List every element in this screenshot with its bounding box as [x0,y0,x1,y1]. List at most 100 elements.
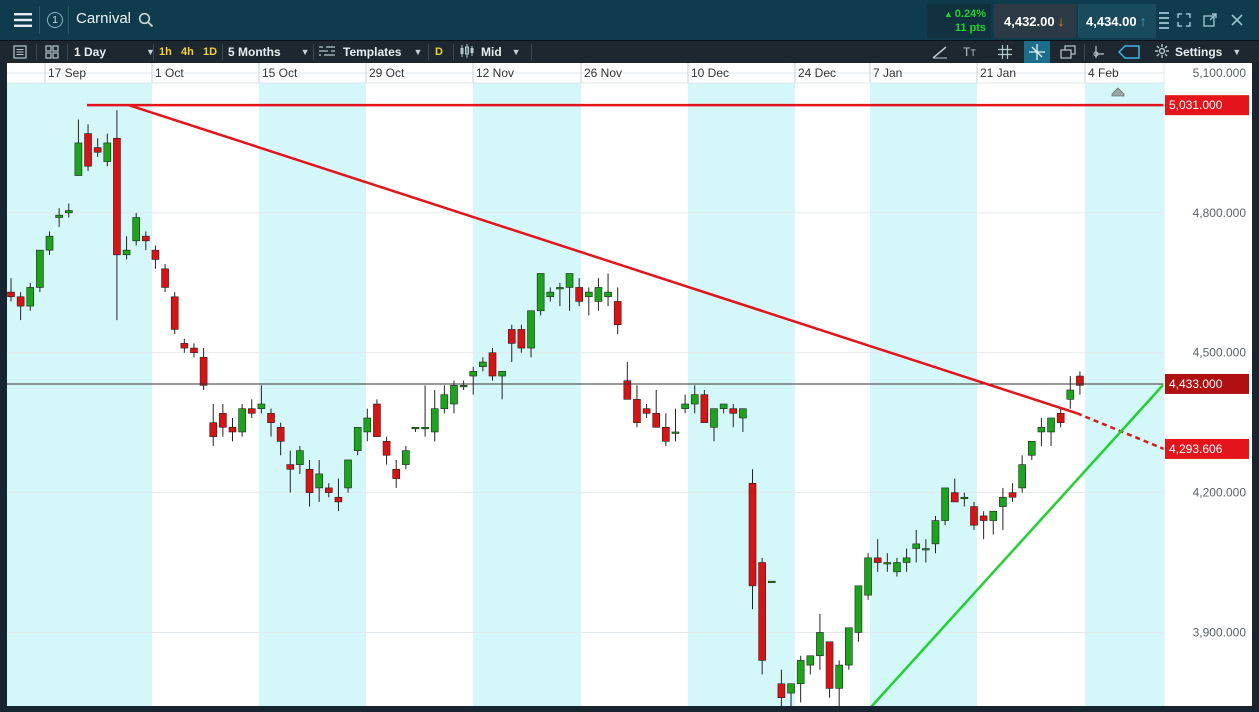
crosshair-tool-icon[interactable] [1024,41,1050,63]
candle-body [681,403,689,409]
candle-body [652,413,661,428]
layers-icon[interactable] [1060,41,1076,63]
sell-button[interactable]: 4,432.00 ↓ [994,4,1076,38]
x-tick-label: 26 Nov [584,66,622,80]
templates-label: Templates [343,45,402,59]
x-tick-label: 21 Jan [980,66,1016,80]
search-icon[interactable] [134,8,158,32]
settings-button[interactable]: Settings ▼ [1155,41,1241,63]
interval-label: 1 Day [74,45,107,59]
candle-body [180,343,189,349]
candle-body [739,408,747,419]
workspace-badge[interactable]: 1 [47,12,63,28]
drag-handle-icon[interactable] [1157,8,1171,32]
candle-body [1037,427,1046,433]
hamburger-menu-icon[interactable] [11,8,35,32]
candlestick-chart[interactable]: 17 Sep 1 Oct 15 Oct 29 Oct 12 Nov 26 Nov 10 De… [7,63,1252,706]
candle-body [700,394,709,423]
candle-body [84,133,92,167]
expand-icon[interactable] [1172,8,1196,32]
price-label-icon[interactable] [1118,41,1140,63]
draw-line-icon[interactable] [932,41,948,63]
text-tool-icon[interactable]: TT [963,41,976,63]
candle-body [902,557,911,563]
candle-body [498,371,506,377]
divider [39,6,40,34]
candle-body [864,557,872,596]
candle-body [373,403,381,437]
chevron-down-icon: ▼ [413,47,423,57]
candle-body [469,371,478,377]
d-button[interactable]: D [435,41,443,63]
buy-price: 4,434.00 [1086,13,1137,29]
instrument-title[interactable]: Carnival [76,10,131,27]
chevron-down-icon: ▼ [1232,47,1242,57]
interval-1h-button[interactable]: 1h [159,41,172,63]
interval-4h-button[interactable]: 4h [181,41,194,63]
candle-body [353,427,362,451]
candle-body [835,664,843,689]
candle-body [459,385,468,388]
x-tick-label: 4 Feb [1088,66,1119,80]
candle-body [796,660,805,685]
chart-area[interactable]: 17 Sep 1 Oct 15 Oct 29 Oct 12 Nov 26 Nov 10 De… [7,63,1252,706]
candle-body [1018,464,1026,489]
week-band [473,83,581,706]
candle-body [758,562,766,661]
indicator-icon[interactable] [1092,41,1106,63]
chart-list-icon[interactable] [13,41,27,63]
candle-body [55,214,63,218]
grid-toggle-icon[interactable] [998,41,1012,63]
up-arrow-icon: ↑ [1139,13,1147,29]
trading-app: 1 Carnival ▲ 0.24% 11 pts 4,432.00 ↓ 4,4… [0,0,1259,712]
gear-icon [1155,43,1169,61]
price-type-select[interactable]: Mid ▼ [459,41,521,63]
candle-body [662,427,670,442]
candle-body [536,273,545,312]
candle-body [324,487,333,493]
candle-body [209,422,218,437]
y-tick-label: 4,200.000 [1193,486,1247,500]
candle-body [556,287,564,290]
x-tick-label: 1 Oct [155,66,184,80]
candle-body [931,520,940,545]
candle-body [575,287,583,302]
candle-body [238,408,246,433]
candle-body [113,137,121,256]
period-select[interactable]: 5 Months ▼ [228,41,310,63]
candle-body [257,403,266,409]
templates-icon [319,45,335,60]
candle-body [1008,492,1017,498]
week-band [1085,83,1164,706]
sell-price: 4,432.00 [1004,13,1055,29]
close-icon[interactable] [1225,8,1249,32]
layout-grid-icon[interactable] [45,41,59,63]
x-tick-label: 15 Oct [262,66,298,80]
candle-body [633,399,641,423]
candle-body [1047,417,1055,433]
x-tick-label: 12 Nov [476,66,514,80]
popout-icon[interactable] [1198,8,1222,32]
candle-body [565,273,574,288]
candle-body [315,473,323,489]
interval-select[interactable]: 1 Day ▼ [74,41,155,63]
x-tick-label: 29 Oct [369,66,405,80]
chevron-down-icon: ▼ [300,47,310,57]
candle-body [613,301,622,326]
interval-1d-button[interactable]: 1D [203,41,217,63]
candle-body [584,291,593,298]
candle-body [411,427,420,430]
candle-body [430,408,439,433]
candle-body [1056,413,1065,423]
x-tick-label: 10 Dec [691,66,729,80]
buy-button[interactable]: 4,434.00 ↑ [1078,4,1156,38]
candle-body [517,329,526,349]
candle-body [912,543,921,549]
candle-body [170,296,179,330]
templates-select[interactable]: Templates ▼ [319,41,422,63]
resistance-price-label: 5,031.000 [1169,98,1223,112]
candle-body [950,492,959,503]
candle-body [161,268,169,288]
trendline-price-label: 4,293.606 [1169,442,1223,456]
candle-body [979,515,988,521]
